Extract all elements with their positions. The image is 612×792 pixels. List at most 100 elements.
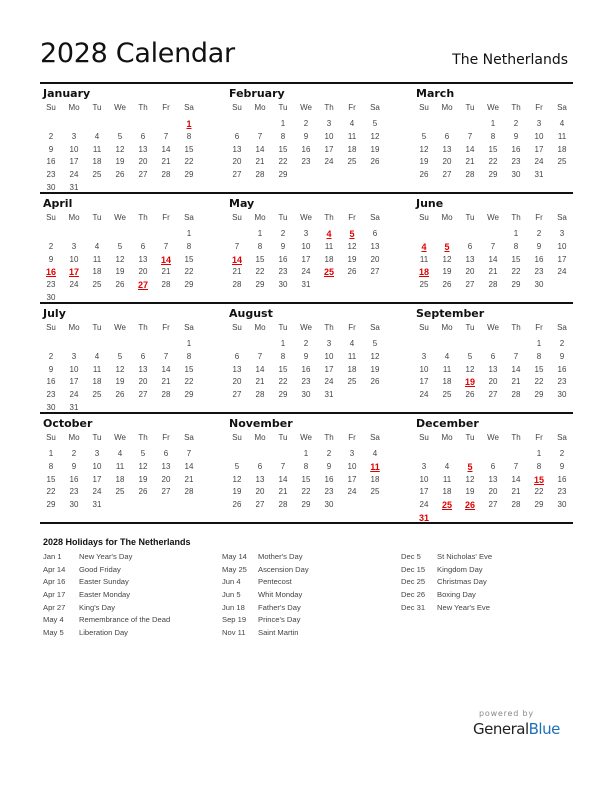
- day-cell[interactable]: 30: [551, 499, 573, 511]
- day-cell[interactable]: 31: [86, 499, 108, 511]
- day-cell[interactable]: 7: [249, 351, 271, 363]
- day-cell[interactable]: 10: [528, 131, 550, 143]
- day-cell[interactable]: 17: [413, 376, 435, 388]
- day-cell[interactable]: 27: [249, 499, 271, 511]
- day-cell[interactable]: 22: [178, 376, 200, 388]
- day-cell[interactable]: 19: [459, 486, 481, 498]
- day-cell[interactable]: 18: [364, 474, 386, 486]
- day-cell[interactable]: 13: [249, 474, 271, 486]
- day-cell[interactable]: 23: [40, 279, 62, 291]
- day-cell[interactable]: 3: [528, 118, 550, 130]
- day-cell[interactable]: 24: [63, 389, 85, 401]
- day-cell[interactable]: 28: [459, 169, 481, 181]
- day-cell[interactable]: 7: [155, 241, 177, 253]
- day-cell[interactable]: 5: [132, 448, 154, 460]
- day-cell[interactable]: 18: [109, 474, 131, 486]
- day-cell[interactable]: 27: [482, 389, 504, 401]
- day-cell[interactable]: 13: [132, 364, 154, 376]
- day-cell[interactable]: 9: [272, 241, 294, 253]
- day-cell[interactable]: 6: [364, 228, 386, 240]
- day-cell[interactable]: 23: [40, 389, 62, 401]
- day-cell[interactable]: 29: [295, 499, 317, 511]
- day-cell[interactable]: 21: [249, 376, 271, 388]
- day-cell[interactable]: 5: [226, 461, 248, 473]
- holiday-date[interactable]: 14: [155, 254, 177, 266]
- day-cell[interactable]: 25: [86, 169, 108, 181]
- holiday-date[interactable]: 14: [226, 254, 248, 266]
- holiday-date[interactable]: 26: [459, 499, 481, 511]
- day-cell[interactable]: 26: [364, 156, 386, 168]
- day-cell[interactable]: 19: [109, 156, 131, 168]
- day-cell[interactable]: 29: [178, 279, 200, 291]
- day-cell[interactable]: 11: [413, 254, 435, 266]
- day-cell[interactable]: 12: [341, 241, 363, 253]
- day-cell[interactable]: 18: [436, 486, 458, 498]
- day-cell[interactable]: 21: [155, 266, 177, 278]
- day-cell[interactable]: 23: [551, 376, 573, 388]
- day-cell[interactable]: 26: [109, 389, 131, 401]
- day-cell[interactable]: 10: [318, 351, 340, 363]
- day-cell[interactable]: 24: [63, 279, 85, 291]
- day-cell[interactable]: 26: [459, 389, 481, 401]
- day-cell[interactable]: 29: [528, 499, 550, 511]
- day-cell[interactable]: 17: [528, 144, 550, 156]
- day-cell[interactable]: 3: [318, 338, 340, 350]
- day-cell[interactable]: 11: [86, 144, 108, 156]
- day-cell[interactable]: 10: [413, 474, 435, 486]
- day-cell[interactable]: 22: [528, 376, 550, 388]
- day-cell[interactable]: 14: [155, 144, 177, 156]
- day-cell[interactable]: 5: [364, 118, 386, 130]
- day-cell[interactable]: 7: [178, 448, 200, 460]
- day-cell[interactable]: 14: [155, 364, 177, 376]
- holiday-date[interactable]: 27: [132, 279, 154, 291]
- day-cell[interactable]: 25: [436, 389, 458, 401]
- day-cell[interactable]: 10: [86, 461, 108, 473]
- day-cell[interactable]: 12: [364, 131, 386, 143]
- day-cell[interactable]: 10: [318, 131, 340, 143]
- day-cell[interactable]: 30: [528, 279, 550, 291]
- day-cell[interactable]: 7: [505, 461, 527, 473]
- day-cell[interactable]: 7: [459, 131, 481, 143]
- day-cell[interactable]: 10: [295, 241, 317, 253]
- day-cell[interactable]: 16: [318, 474, 340, 486]
- day-cell[interactable]: 11: [86, 254, 108, 266]
- day-cell[interactable]: 21: [249, 156, 271, 168]
- day-cell[interactable]: 11: [318, 241, 340, 253]
- day-cell[interactable]: 10: [551, 241, 573, 253]
- day-cell[interactable]: 13: [132, 254, 154, 266]
- day-cell[interactable]: 24: [341, 486, 363, 498]
- day-cell[interactable]: 1: [40, 448, 62, 460]
- day-cell[interactable]: 5: [109, 241, 131, 253]
- day-cell[interactable]: 24: [295, 266, 317, 278]
- day-cell[interactable]: 1: [295, 448, 317, 460]
- day-cell[interactable]: 27: [459, 279, 481, 291]
- day-cell[interactable]: 2: [551, 338, 573, 350]
- day-cell[interactable]: 17: [63, 376, 85, 388]
- day-cell[interactable]: 21: [155, 376, 177, 388]
- day-cell[interactable]: 22: [178, 266, 200, 278]
- day-cell[interactable]: 2: [505, 118, 527, 130]
- day-cell[interactable]: 18: [86, 266, 108, 278]
- day-cell[interactable]: 1: [249, 228, 271, 240]
- holiday-date[interactable]: 4: [318, 228, 340, 240]
- day-cell[interactable]: 21: [178, 474, 200, 486]
- day-cell[interactable]: 8: [528, 461, 550, 473]
- day-cell[interactable]: 9: [295, 131, 317, 143]
- day-cell[interactable]: 2: [551, 448, 573, 460]
- day-cell[interactable]: 20: [436, 156, 458, 168]
- day-cell[interactable]: 4: [86, 241, 108, 253]
- day-cell[interactable]: 14: [178, 461, 200, 473]
- day-cell[interactable]: 22: [482, 156, 504, 168]
- day-cell[interactable]: 19: [364, 144, 386, 156]
- day-cell[interactable]: 24: [528, 156, 550, 168]
- day-cell[interactable]: 28: [272, 499, 294, 511]
- day-cell[interactable]: 10: [413, 364, 435, 376]
- day-cell[interactable]: 7: [155, 131, 177, 143]
- day-cell[interactable]: 26: [436, 279, 458, 291]
- day-cell[interactable]: 3: [63, 131, 85, 143]
- day-cell[interactable]: 4: [341, 118, 363, 130]
- day-cell[interactable]: 23: [318, 486, 340, 498]
- day-cell[interactable]: 1: [272, 338, 294, 350]
- day-cell[interactable]: 1: [482, 118, 504, 130]
- day-cell[interactable]: 14: [505, 364, 527, 376]
